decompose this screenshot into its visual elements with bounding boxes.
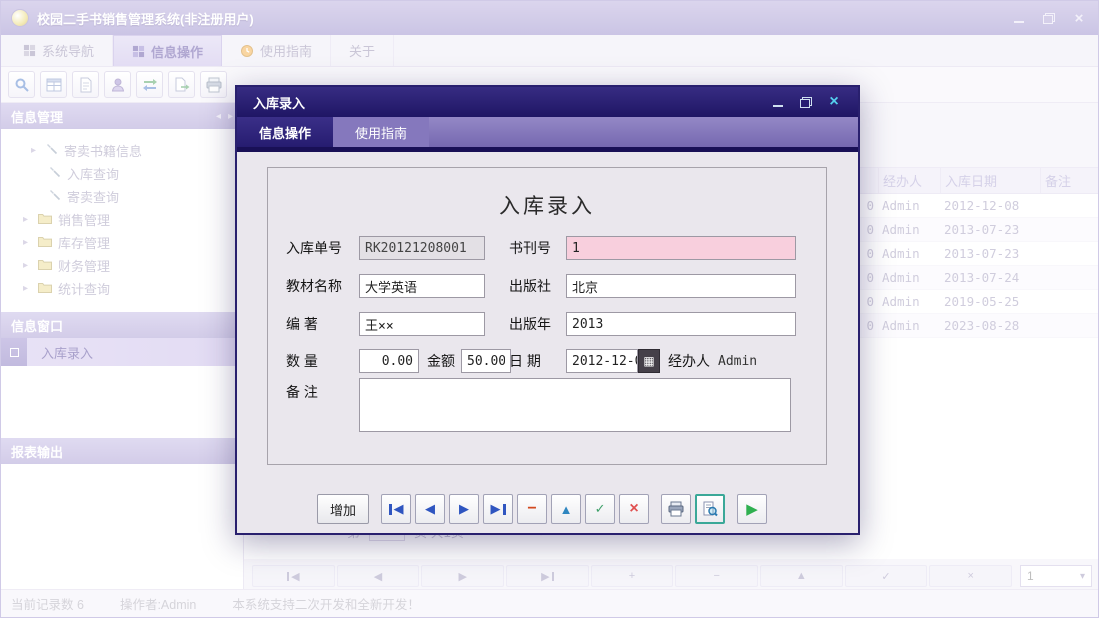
entry-form-panel: 入库录入 入库单号 书刊号 教材名称 出版社 编 著 出版年 数 量	[267, 167, 827, 465]
inbound-entry-dialog: 入库录入 × 信息操作 使用指南 入库录入 入库单号 书刊号 教材名称 出版社	[235, 85, 860, 535]
cross-icon: ×	[629, 500, 638, 518]
dialog-tab-user-guide[interactable]: 使用指南	[333, 117, 429, 147]
calendar-button[interactable]: ▦	[638, 349, 660, 373]
dialog-titlebar: 入库录入 ×	[237, 87, 858, 117]
check-icon: ✓	[595, 501, 606, 517]
execute-button[interactable]: ▶	[737, 494, 767, 524]
first-record-button[interactable]: ◀	[381, 494, 411, 524]
amount-label: 金额	[427, 351, 461, 371]
print-preview-icon	[702, 501, 718, 517]
pub-year-label: 出版年	[509, 314, 566, 334]
book-no-field[interactable]	[566, 236, 796, 260]
delete-button[interactable]: −	[517, 494, 547, 524]
dialog-window-controls: ×	[770, 94, 842, 110]
prev-record-icon: ◀	[425, 501, 435, 517]
dialog-body: 入库录入 入库单号 书刊号 教材名称 出版社 编 著 出版年 数 量	[237, 152, 858, 533]
date-label: 日 期	[509, 351, 566, 371]
prev-record-button[interactable]: ◀	[415, 494, 445, 524]
form-row: 编 著 出版年	[286, 311, 808, 337]
dialog-button-bar: 增加 ◀ ◀ ▶ ▶ − ▲ ✓ × ▶	[317, 492, 767, 526]
minus-icon: −	[527, 500, 536, 518]
textbook-name-label: 教材名称	[286, 276, 359, 296]
author-label: 编 著	[286, 314, 359, 334]
tab-label: 使用指南	[355, 123, 407, 142]
last-record-icon: ▶	[491, 501, 501, 517]
cancel-button[interactable]: ×	[619, 494, 649, 524]
quantity-label: 数 量	[286, 351, 359, 371]
book-no-label: 书刊号	[509, 238, 566, 258]
textbook-name-field[interactable]	[359, 274, 485, 298]
up-triangle-icon: ▲	[560, 502, 573, 517]
order-no-label: 入库单号	[286, 238, 359, 258]
maximize-icon	[800, 97, 812, 108]
preview-button[interactable]	[695, 494, 725, 524]
printer-icon	[668, 501, 684, 517]
first-record-icon: ◀	[394, 501, 404, 517]
dialog-maximize-button[interactable]	[798, 94, 814, 110]
publisher-field[interactable]	[566, 274, 796, 298]
edit-button[interactable]: ▲	[551, 494, 581, 524]
next-record-icon: ▶	[459, 501, 469, 517]
order-no-field[interactable]	[359, 236, 485, 260]
last-record-button[interactable]: ▶	[483, 494, 513, 524]
amount-field[interactable]	[461, 349, 511, 373]
play-icon: ▶	[746, 500, 758, 518]
author-field[interactable]	[359, 312, 485, 336]
remark-field[interactable]	[359, 378, 791, 432]
quantity-field[interactable]	[359, 349, 419, 373]
minimize-icon	[773, 105, 783, 107]
next-record-button[interactable]: ▶	[449, 494, 479, 524]
save-button[interactable]: ✓	[585, 494, 615, 524]
dialog-close-button[interactable]: ×	[826, 94, 842, 110]
form-row: 备 注	[286, 378, 791, 432]
publisher-label: 出版社	[509, 276, 566, 296]
print-button[interactable]	[661, 494, 691, 524]
form-title: 入库录入	[268, 190, 826, 220]
add-button[interactable]: 增加	[317, 494, 369, 524]
dialog-tab-bar: 信息操作 使用指南	[237, 117, 858, 147]
pub-year-field[interactable]	[566, 312, 796, 336]
remark-label: 备 注	[286, 378, 359, 432]
dialog-minimize-button[interactable]	[770, 94, 786, 110]
dialog-tab-info-operations[interactable]: 信息操作	[237, 117, 333, 147]
agent-value: Admin	[718, 354, 757, 369]
form-row: 入库单号 书刊号	[286, 235, 808, 261]
dialog-title: 入库录入	[253, 93, 305, 112]
form-row: 数 量 金额 日 期 ▦ 经办人 Admin	[286, 348, 808, 374]
date-field[interactable]	[566, 349, 638, 373]
tab-label: 信息操作	[259, 123, 311, 142]
form-row: 教材名称 出版社	[286, 273, 808, 299]
agent-label: 经办人	[668, 351, 716, 371]
